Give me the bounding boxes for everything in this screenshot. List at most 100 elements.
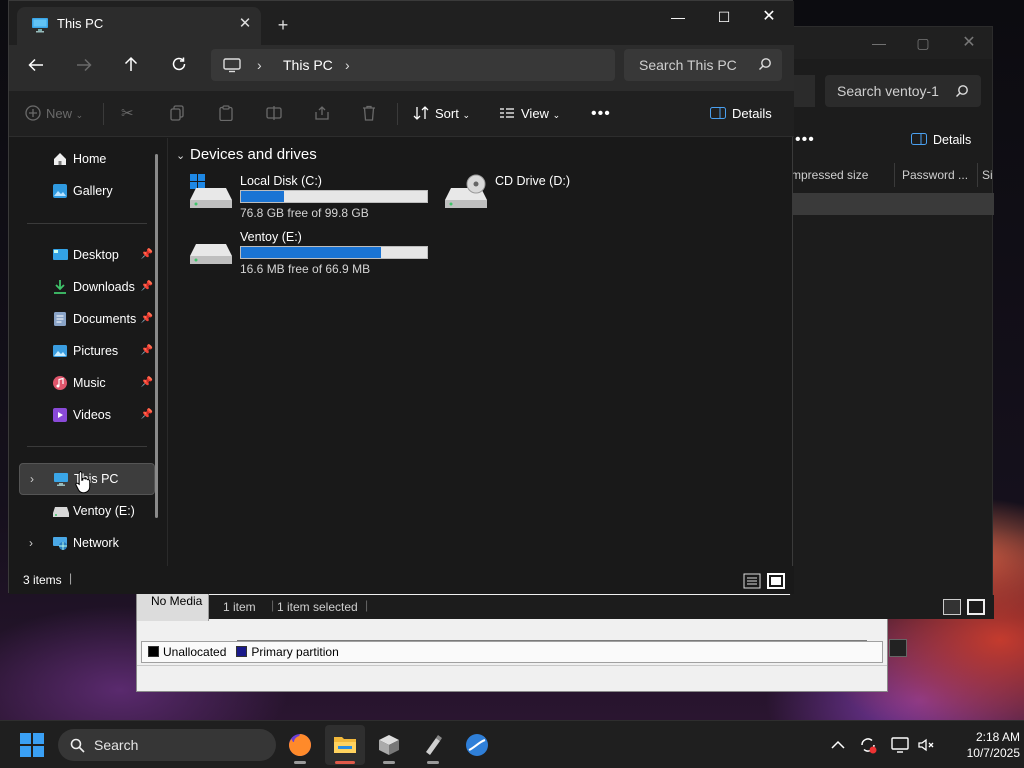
disk-mgmt-view-button[interactable] (889, 639, 907, 657)
breadcrumb-chevron-icon[interactable]: › (257, 49, 262, 81)
address-bar[interactable]: › This PC › (211, 49, 615, 81)
sidebar-item-network[interactable]: › Network (19, 528, 155, 558)
close-button[interactable]: ✕ (746, 5, 792, 29)
sort-button[interactable]: Sort ⌄ (413, 101, 470, 127)
refresh-button[interactable] (164, 55, 194, 81)
copy-icon[interactable] (170, 101, 184, 127)
chevron-down-icon[interactable]: ⌄ (176, 149, 190, 162)
drive-tile-e[interactable]: Ventoy (E:) 16.6 MB free of 66.9 MB (188, 230, 438, 280)
navigation-pane: Home Gallery Desktop 📌 Downloads 📌 Docum… (9, 138, 165, 566)
drive-tile-d[interactable]: CD Drive (D:) (443, 174, 693, 224)
chevron-right-icon[interactable]: › (29, 528, 33, 558)
search-placeholder: Search This PC (639, 57, 737, 73)
network-tray-icon[interactable] (890, 735, 910, 755)
delete-icon[interactable] (362, 101, 376, 127)
view-button[interactable]: View ⌄ (499, 101, 560, 127)
volume-tray-icon[interactable] (916, 735, 936, 755)
forward-arrow-icon (77, 58, 92, 72)
cut-icon[interactable]: ✂ (121, 101, 134, 127)
bg-status-bar: 1 item | 1 item selected | (209, 595, 994, 619)
column-header-compressed-size[interactable]: mpressed size (791, 163, 895, 187)
bg-address-bar[interactable] (791, 75, 815, 107)
show-hidden-icons-button[interactable] (828, 735, 848, 755)
bg-maximize-button[interactable]: ▢ (909, 33, 937, 53)
bg-more-options-icon[interactable]: ••• (795, 131, 815, 149)
paste-icon[interactable] (219, 101, 233, 127)
minimize-button[interactable]: — (655, 5, 701, 29)
back-button[interactable] (21, 55, 51, 81)
taskbar-clock[interactable]: 2:18 AM 10/7/2025 (940, 729, 1020, 761)
taskbar-file-explorer[interactable] (325, 725, 365, 765)
usb-drive-icon (426, 735, 442, 755)
list-view-button[interactable] (743, 573, 761, 589)
drive-usage-fill (241, 191, 284, 202)
share-icon[interactable] (314, 101, 330, 127)
tab-this-pc[interactable]: This PC ✕ (17, 7, 261, 45)
pin-icon[interactable]: 📌 (141, 272, 153, 302)
sidebar-item-ventoy[interactable]: Ventoy (E:) (19, 496, 155, 526)
sidebar-item-videos[interactable]: Videos 📌 (19, 400, 155, 430)
maximize-button[interactable]: ☐ (701, 5, 747, 29)
details-pane-icon (911, 133, 927, 145)
taskbar-firefox[interactable] (280, 725, 320, 765)
windows-drive-icon (190, 174, 232, 208)
new-button[interactable]: New ⌄ (25, 101, 83, 127)
more-options-icon[interactable]: ••• (591, 101, 611, 127)
view-label: View (521, 106, 549, 121)
bg-list-view-button[interactable] (943, 599, 961, 615)
bg-minimize-button[interactable]: — (865, 33, 893, 53)
forward-button[interactable] (69, 55, 99, 81)
drive-tile-c[interactable]: Local Disk (C:) 76.8 GB free of 99.8 GB (188, 174, 438, 224)
rename-icon[interactable] (266, 101, 282, 127)
bg-close-button[interactable]: ✕ (955, 33, 983, 53)
new-tab-button[interactable]: + (271, 13, 295, 37)
sync-icon (861, 738, 877, 754)
sidebar-item-downloads[interactable]: Downloads 📌 (19, 272, 155, 302)
group-header[interactable]: ⌄ Devices and drives (176, 146, 317, 163)
sidebar-item-home[interactable]: Home (19, 144, 155, 174)
taskbar-usb-tool[interactable] (413, 725, 453, 765)
up-button[interactable] (116, 55, 146, 81)
folder-icon (334, 737, 356, 753)
sidebar-item-music[interactable]: Music 📌 (19, 368, 155, 398)
pin-icon[interactable]: 📌 (141, 336, 153, 366)
details-button[interactable]: Details (710, 101, 772, 127)
sidebar-item-pictures[interactable]: Pictures 📌 (19, 336, 155, 366)
monitor-network-icon (891, 737, 909, 753)
chevron-right-icon[interactable]: › (30, 464, 34, 494)
pin-icon[interactable]: 📌 (141, 240, 153, 270)
sidebar-item-documents[interactable]: Documents 📌 (19, 304, 155, 334)
search-input[interactable]: Search This PC (624, 49, 782, 81)
start-button[interactable] (20, 733, 44, 760)
bg-tile-view-button[interactable] (967, 599, 985, 615)
taskbar-app-box[interactable] (369, 725, 409, 765)
up-arrow-icon (124, 56, 138, 71)
sidebar-item-desktop[interactable]: Desktop 📌 (19, 240, 155, 270)
sync-tray-icon[interactable] (858, 735, 878, 755)
network-icon (53, 537, 67, 550)
bg-details-label: Details (933, 133, 972, 147)
tab-close-icon[interactable]: ✕ (235, 7, 255, 41)
file-explorer-window[interactable]: This PC ✕ + — ☐ ✕ › This PC › Search Thi… (8, 0, 794, 594)
desktop-icon (53, 249, 68, 260)
pictures-icon (53, 345, 67, 357)
pin-icon[interactable]: 📌 (141, 368, 153, 398)
column-header-size[interactable]: Si (982, 163, 994, 187)
bg-search-input[interactable]: Search ventoy-1 (825, 75, 981, 107)
background-explorer-window[interactable]: — ▢ ✕ Search ventoy-1 ••• Details mpress… (209, 26, 994, 619)
firefox-icon (289, 734, 311, 756)
sidebar-item-gallery[interactable]: Gallery (19, 176, 155, 206)
selected-file-row[interactable] (791, 193, 994, 215)
taskbar-search-input[interactable]: Search (58, 729, 276, 761)
breadcrumb-chevron-icon[interactable]: › (345, 49, 350, 81)
breadcrumb-this-pc[interactable]: This PC (283, 49, 333, 81)
taskbar-app-globe[interactable] (457, 725, 497, 765)
sidebar-scrollbar[interactable] (155, 154, 158, 518)
bg-details-button[interactable]: Details (911, 133, 971, 147)
pin-icon[interactable]: 📌 (141, 304, 153, 334)
column-header-password[interactable]: Password ... (902, 163, 978, 187)
legend-primary-partition: Primary partition (251, 645, 339, 659)
pin-icon[interactable]: 📌 (141, 400, 153, 430)
tile-view-button[interactable] (767, 573, 785, 589)
sidebar-item-label: Documents (73, 312, 137, 326)
